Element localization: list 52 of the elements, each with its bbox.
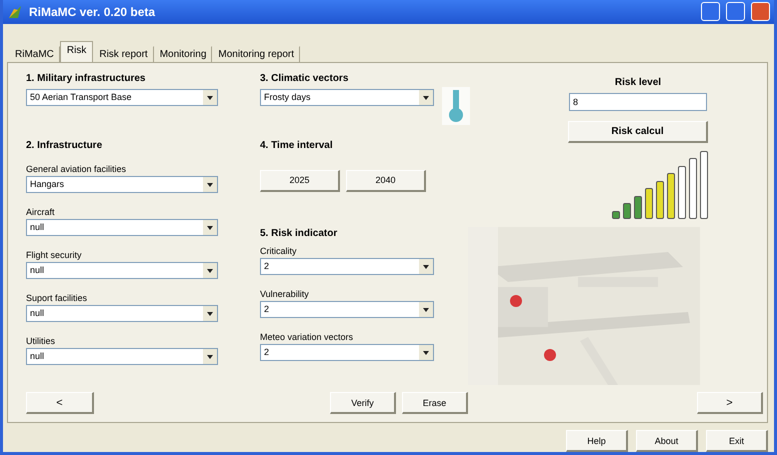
app-icon (7, 4, 23, 20)
year-button[interactable]: 2025 (260, 170, 340, 192)
dropdown[interactable]: 2 (260, 300, 434, 318)
caret-icon (203, 176, 217, 192)
section-title: 1. Military infrastructures (26, 72, 146, 86)
caret-icon (203, 348, 217, 364)
action-button[interactable]: Erase (402, 392, 468, 414)
caret-icon (203, 220, 217, 235)
dropdown[interactable]: Hangars (26, 176, 218, 193)
tab[interactable]: Risk (60, 40, 94, 62)
field-label: Criticality (260, 244, 298, 258)
section-title: Risk level (614, 76, 662, 90)
footer-button[interactable]: Help (566, 430, 628, 452)
next-button[interactable]: > (697, 392, 763, 414)
section-title: 2. Infrastructure (26, 140, 104, 153)
footer-button[interactable]: About (636, 430, 698, 452)
dropdown[interactable]: 50 Aerian Transport Base (26, 88, 218, 106)
caret-icon (419, 302, 433, 317)
field-label: Suport facilities (26, 292, 88, 305)
window-title: RiMaMC ver. 0.20 beta (29, 4, 156, 19)
caret-icon (203, 90, 217, 105)
risk-level-field[interactable]: 8 (569, 92, 707, 111)
section-title: 4. Time interval (260, 140, 334, 153)
caret-icon (203, 262, 217, 278)
field-label: Flight security (26, 248, 83, 262)
caret-icon (419, 258, 433, 274)
year-button[interactable]: 2040 (346, 170, 426, 192)
caret-icon (203, 306, 217, 321)
thermometer-icon (442, 86, 470, 125)
footer-button[interactable]: Exit (706, 430, 768, 452)
close-button[interactable] (751, 2, 770, 22)
dropdown[interactable]: null (26, 304, 218, 322)
dropdown[interactable]: null (26, 218, 218, 236)
previous-button[interactable]: < (26, 392, 94, 414)
dropdown[interactable]: 2 (260, 344, 434, 361)
field-label: Vulnerability (260, 288, 310, 301)
section-title: 5. Risk indicator (260, 228, 338, 241)
field-label: Utilities (26, 334, 56, 348)
risk-calcul-button[interactable]: Risk calcul (568, 120, 708, 143)
field-label: Aircraft (26, 206, 56, 219)
dropdown[interactable]: 2 (260, 258, 434, 275)
field-label: General aviation facilities (26, 162, 128, 176)
minimize-button[interactable] (701, 2, 720, 22)
dropdown[interactable]: Frosty days (260, 88, 434, 106)
caret-icon (419, 90, 433, 105)
caret-icon (419, 344, 433, 360)
field-label: Meteo variation vectors (260, 330, 354, 344)
maximize-button[interactable] (726, 2, 745, 22)
section-title: 3. Climatic vectors (260, 72, 350, 86)
dropdown[interactable]: null (26, 262, 218, 279)
action-button[interactable]: Verify (330, 392, 396, 414)
dropdown[interactable]: null (26, 348, 218, 365)
